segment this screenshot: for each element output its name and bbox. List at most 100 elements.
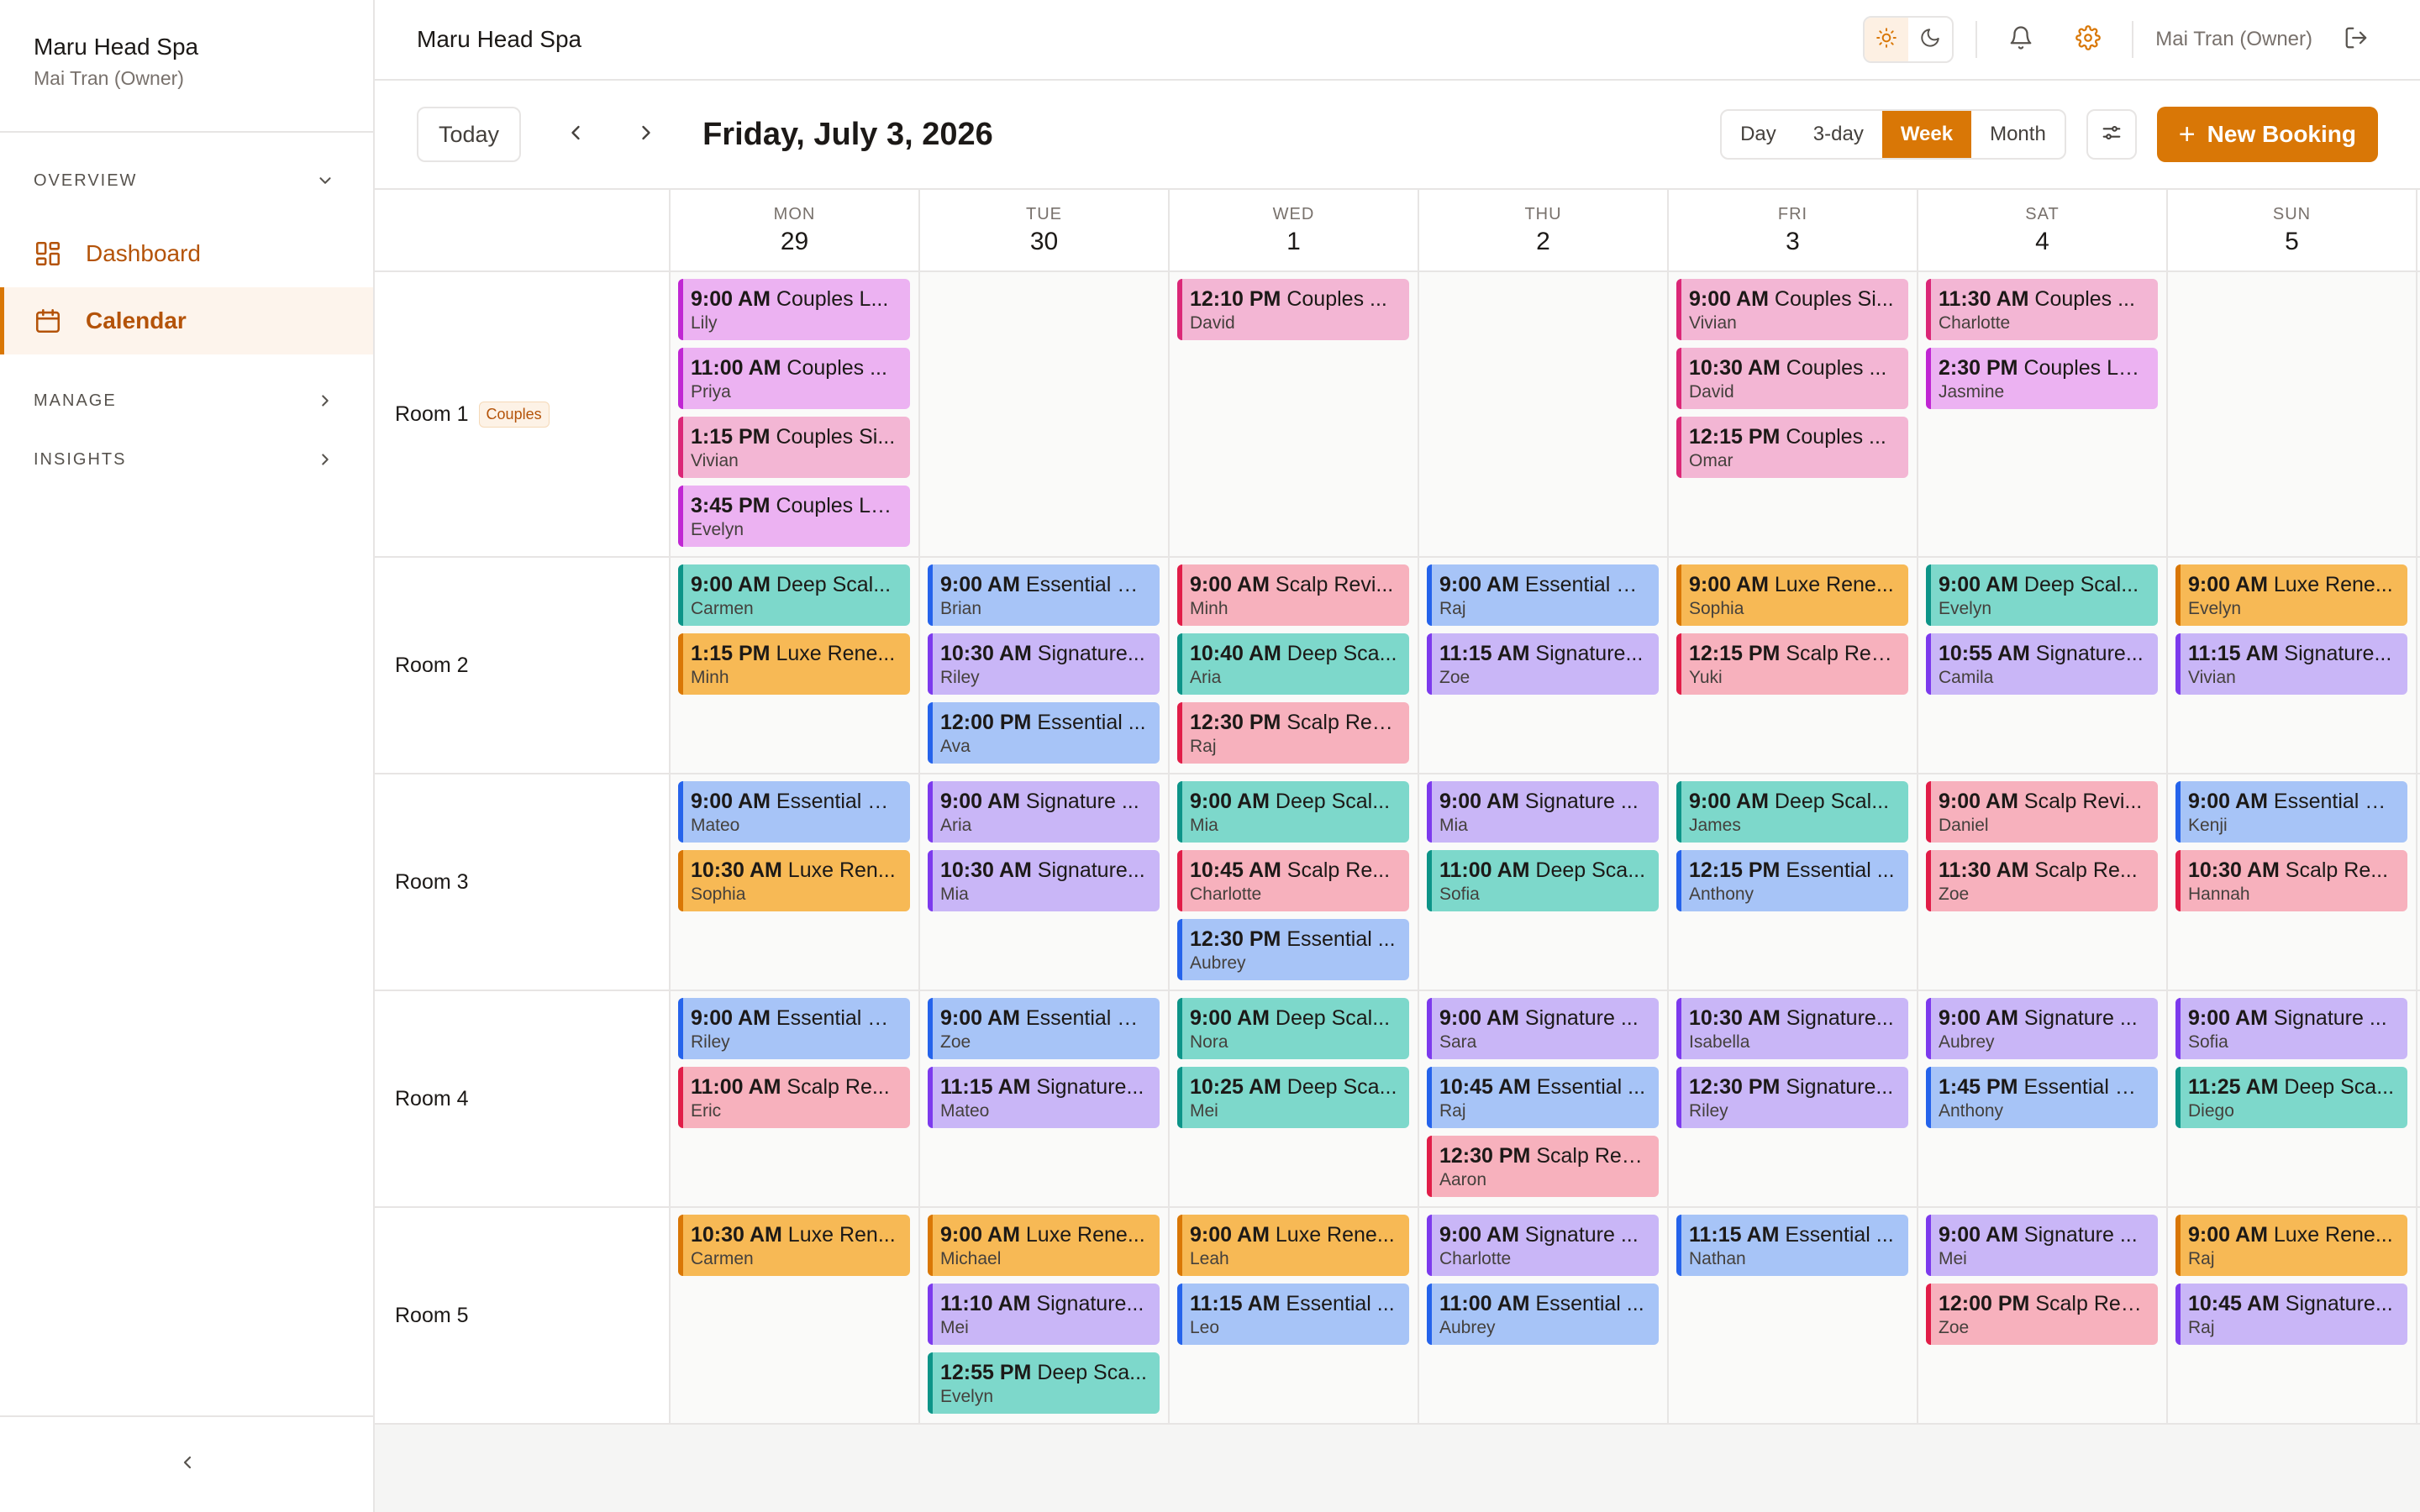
appointment-card[interactable]: 10:30 AM Luxe Ren... Sophia bbox=[678, 850, 910, 911]
day-cell[interactable]: 9:00 AM Luxe Rene... Evelyn 11:15 AM Signa… bbox=[2168, 558, 2417, 773]
appointment-card[interactable]: 9:00 AM Signature ... Charlotte bbox=[1427, 1215, 1659, 1276]
day-cell[interactable]: 9:00 AM Signature ... Aria 10:30 AM Signat… bbox=[920, 774, 1170, 990]
day-cell[interactable] bbox=[920, 272, 1170, 556]
appointment-card[interactable]: 9:00 AM Scalp Revi... Daniel bbox=[1926, 781, 2158, 843]
dark-theme-button[interactable] bbox=[1908, 18, 1952, 61]
day-cell[interactable]: 9:00 AM Couples Si... Vivian 10:30 AM Coup… bbox=[1669, 272, 1918, 556]
appointment-card[interactable]: 11:30 AM Couples ... Charlotte bbox=[1926, 279, 2158, 340]
nav-section-insights[interactable]: INSIGHTS bbox=[0, 430, 373, 489]
appointment-card[interactable]: 11:00 AM Scalp Re... Eric bbox=[678, 1067, 910, 1128]
day-cell[interactable]: 9:00 AM Essential R... Riley 11:00 AM Scal… bbox=[671, 991, 920, 1206]
appointment-card[interactable]: 9:00 AM Signature ... Aubrey bbox=[1926, 998, 2158, 1059]
day-cell[interactable]: 9:00 AM Deep Scal... Evelyn 10:55 AM Signa… bbox=[1918, 558, 2168, 773]
day-cell[interactable]: 9:00 AM Deep Scal... Carmen 1:15 PM Luxe R… bbox=[671, 558, 920, 773]
appointment-card[interactable]: 9:00 AM Luxe Rene... Leah bbox=[1177, 1215, 1409, 1276]
day-cell[interactable]: 9:00 AM Signature ... Sofia 11:25 AM Deep … bbox=[2168, 991, 2417, 1206]
day-cell[interactable]: 9:00 AM Luxe Rene... Raj 10:45 AM Signatur… bbox=[2168, 1208, 2417, 1423]
appointment-card[interactable]: 11:15 AM Essential ... Leo bbox=[1177, 1284, 1409, 1345]
day-cell[interactable]: 9:00 AM Deep Scal... Mia 10:45 AM Scalp Re… bbox=[1170, 774, 1419, 990]
sidebar-item-calendar[interactable]: Calendar bbox=[0, 287, 373, 354]
day-cell[interactable] bbox=[2168, 272, 2417, 556]
notifications-button[interactable] bbox=[1999, 18, 2043, 61]
day-cell[interactable]: 9:00 AM Signature ... Aubrey 1:45 PM Essen… bbox=[1918, 991, 2168, 1206]
appointment-card[interactable]: 10:40 AM Deep Sca... Aria bbox=[1177, 633, 1409, 695]
appointment-card[interactable]: 9:00 AM Luxe Rene... Raj bbox=[2175, 1215, 2407, 1276]
appointment-card[interactable]: 9:00 AM Deep Scal... James bbox=[1676, 781, 1908, 843]
appointment-card[interactable]: 9:00 AM Deep Scal... Mia bbox=[1177, 781, 1409, 843]
day-cell[interactable]: 9:00 AM Deep Scal... Nora 10:25 AM Deep Sc… bbox=[1170, 991, 1419, 1206]
appointment-card[interactable]: 9:00 AM Essential R... Riley bbox=[678, 998, 910, 1059]
next-button[interactable] bbox=[618, 107, 674, 162]
logout-button[interactable] bbox=[2334, 18, 2378, 61]
appointment-card[interactable]: 3:45 PM Couples Lu... Evelyn bbox=[678, 486, 910, 547]
day-cell[interactable]: 9:00 AM Couples L... Lily 11:00 AM Couples… bbox=[671, 272, 920, 556]
day-cell[interactable]: 9:00 AM Essential R... Mateo 10:30 AM Luxe… bbox=[671, 774, 920, 990]
appointment-card[interactable]: 10:25 AM Deep Sca... Mei bbox=[1177, 1067, 1409, 1128]
appointment-card[interactable]: 11:00 AM Essential ... Aubrey bbox=[1427, 1284, 1659, 1345]
appointment-card[interactable]: 12:15 PM Essential ... Anthony bbox=[1676, 850, 1908, 911]
appointment-card[interactable]: 10:30 AM Signature... Mia bbox=[928, 850, 1160, 911]
day-cell[interactable]: 9:00 AM Essential R... Kenji 10:30 AM Scal… bbox=[2168, 774, 2417, 990]
day-cell[interactable]: 9:00 AM Essential R... Raj 11:15 AM Signat… bbox=[1419, 558, 1669, 773]
day-header[interactable]: SUN 5 bbox=[2168, 190, 2417, 270]
appointment-card[interactable]: 1:15 PM Couples Si... Vivian bbox=[678, 417, 910, 478]
settings-button[interactable] bbox=[2066, 18, 2110, 61]
appointment-card[interactable]: 9:00 AM Couples Si... Vivian bbox=[1676, 279, 1908, 340]
day-cell[interactable]: 9:00 AM Deep Scal... James 12:15 PM Essent… bbox=[1669, 774, 1918, 990]
appointment-card[interactable]: 1:45 PM Essential R... Anthony bbox=[1926, 1067, 2158, 1128]
appointment-card[interactable]: 10:45 AM Signature... Raj bbox=[2175, 1284, 2407, 1345]
appointment-card[interactable]: 11:15 AM Essential ... Nathan bbox=[1676, 1215, 1908, 1276]
appointment-card[interactable]: 12:30 PM Scalp Rev... Aaron bbox=[1427, 1136, 1659, 1197]
nav-section-manage[interactable]: MANAGE bbox=[0, 371, 373, 430]
day-cell[interactable]: 11:30 AM Couples ... Charlotte 2:30 PM Cou… bbox=[1918, 272, 2168, 556]
sidebar-item-dashboard[interactable]: Dashboard bbox=[0, 220, 373, 287]
day-cell[interactable]: 9:00 AM Luxe Rene... Michael 11:10 AM Sign… bbox=[920, 1208, 1170, 1423]
appointment-card[interactable]: 9:00 AM Scalp Revi... Minh bbox=[1177, 564, 1409, 626]
appointment-card[interactable]: 10:45 AM Scalp Re... Charlotte bbox=[1177, 850, 1409, 911]
day-cell[interactable]: 9:00 AM Scalp Revi... Daniel 11:30 AM Scal… bbox=[1918, 774, 2168, 990]
day-cell[interactable] bbox=[1419, 272, 1669, 556]
appointment-card[interactable]: 11:15 AM Signature... Mateo bbox=[928, 1067, 1160, 1128]
appointment-card[interactable]: 11:10 AM Signature... Mei bbox=[928, 1284, 1160, 1345]
appointment-card[interactable]: 12:10 PM Couples ... David bbox=[1177, 279, 1409, 340]
day-cell[interactable]: 9:00 AM Signature ... Mei 12:00 PM Scalp R… bbox=[1918, 1208, 2168, 1423]
appointment-card[interactable]: 12:00 PM Essential ... Ava bbox=[928, 702, 1160, 764]
appointment-card[interactable]: 2:30 PM Couples Lu... Jasmine bbox=[1926, 348, 2158, 409]
appointment-card[interactable]: 9:00 AM Deep Scal... Evelyn bbox=[1926, 564, 2158, 626]
appointment-card[interactable]: 12:55 PM Deep Sca... Evelyn bbox=[928, 1352, 1160, 1414]
appointment-card[interactable]: 9:00 AM Deep Scal... Nora bbox=[1177, 998, 1409, 1059]
collapse-sidebar-button[interactable] bbox=[0, 1415, 375, 1512]
day-header[interactable]: MON 29 bbox=[671, 190, 920, 270]
appointment-card[interactable]: 9:00 AM Couples L... Lily bbox=[678, 279, 910, 340]
appointment-card[interactable]: 12:30 PM Scalp Rev... Raj bbox=[1177, 702, 1409, 764]
nav-section-overview[interactable]: OVERVIEW bbox=[0, 141, 373, 220]
appointment-card[interactable]: 9:00 AM Deep Scal... Carmen bbox=[678, 564, 910, 626]
day-cell[interactable]: 11:15 AM Essential ... Nathan bbox=[1669, 1208, 1918, 1423]
appointment-card[interactable]: 11:15 AM Signature... Zoe bbox=[1427, 633, 1659, 695]
appointment-card[interactable]: 9:00 AM Signature ... Sofia bbox=[2175, 998, 2407, 1059]
appointment-card[interactable]: 9:00 AM Essential R... Mateo bbox=[678, 781, 910, 843]
appointment-card[interactable]: 10:45 AM Essential ... Raj bbox=[1427, 1067, 1659, 1128]
day-cell[interactable]: 9:00 AM Signature ... Mia 11:00 AM Deep Sc… bbox=[1419, 774, 1669, 990]
appointment-card[interactable]: 12:15 PM Scalp Rev... Yuki bbox=[1676, 633, 1908, 695]
day-header[interactable]: WED 1 bbox=[1170, 190, 1419, 270]
appointment-card[interactable]: 9:00 AM Signature ... Mia bbox=[1427, 781, 1659, 843]
appointment-card[interactable]: 10:30 AM Signature... Riley bbox=[928, 633, 1160, 695]
appointment-card[interactable]: 10:30 AM Scalp Re... Hannah bbox=[2175, 850, 2407, 911]
new-booking-button[interactable]: + New Booking bbox=[2156, 107, 2378, 162]
appointment-card[interactable]: 11:30 AM Scalp Re... Zoe bbox=[1926, 850, 2158, 911]
day-header[interactable]: TUE 30 bbox=[920, 190, 1170, 270]
view-3day-button[interactable]: 3-day bbox=[1795, 111, 1882, 158]
appointment-card[interactable]: 11:25 AM Deep Sca... Diego bbox=[2175, 1067, 2407, 1128]
appointment-card[interactable]: 11:00 AM Deep Sca... Sofia bbox=[1427, 850, 1659, 911]
day-cell[interactable]: 9:00 AM Luxe Rene... Leah 11:15 AM Essenti… bbox=[1170, 1208, 1419, 1423]
appointment-card[interactable]: 1:15 PM Luxe Rene... Minh bbox=[678, 633, 910, 695]
previous-button[interactable] bbox=[548, 107, 603, 162]
day-header[interactable]: SAT 4 bbox=[1918, 190, 2168, 270]
appointment-card[interactable]: 12:15 PM Couples ... Omar bbox=[1676, 417, 1908, 478]
day-cell[interactable]: 9:00 AM Scalp Revi... Minh 10:40 AM Deep S… bbox=[1170, 558, 1419, 773]
day-cell[interactable]: 10:30 AM Signature... Isabella 12:30 PM Si… bbox=[1669, 991, 1918, 1206]
appointment-card[interactable]: 9:00 AM Essential R... Raj bbox=[1427, 564, 1659, 626]
day-header[interactable]: THU 2 bbox=[1419, 190, 1669, 270]
appointment-card[interactable]: 9:00 AM Signature ... Sara bbox=[1427, 998, 1659, 1059]
